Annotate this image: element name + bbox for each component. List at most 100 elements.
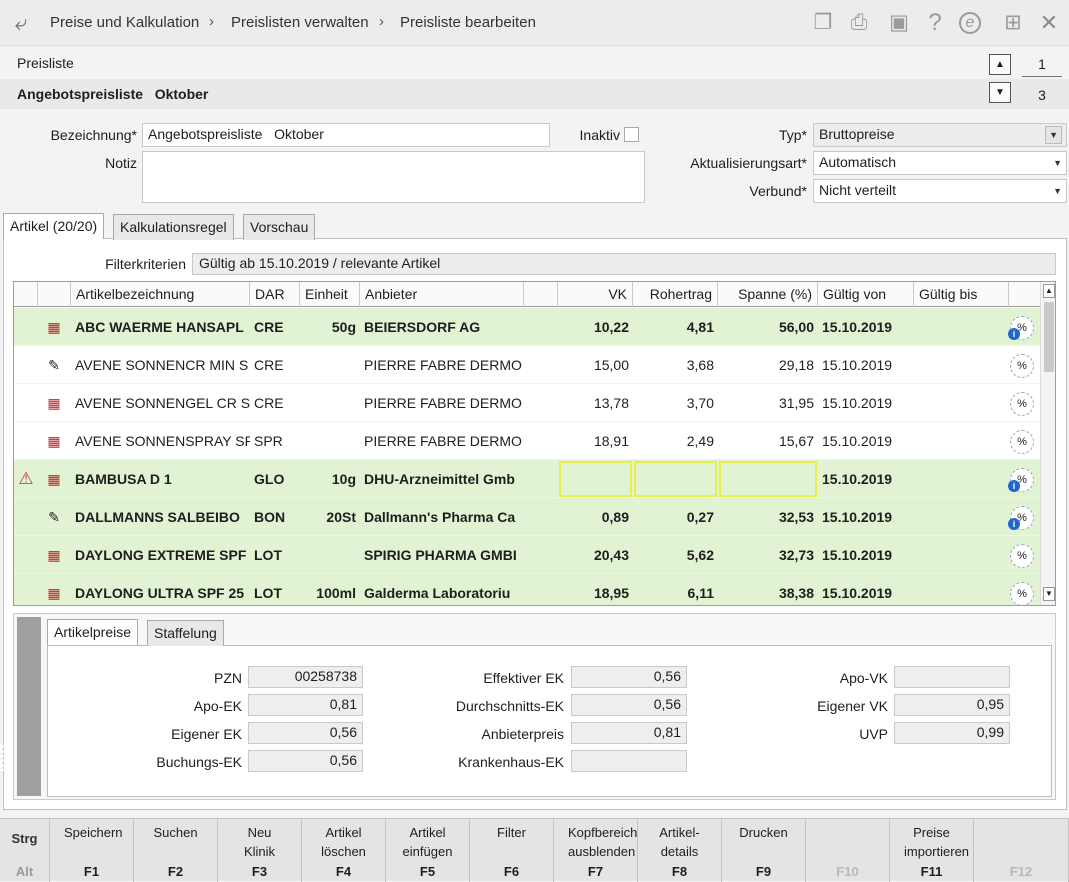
modifier-strg[interactable]: Strg (0, 829, 49, 848)
cell-vk[interactable] (558, 460, 633, 498)
column-dar[interactable]: DAR (250, 282, 300, 307)
table-row[interactable]: ▦ AVENE SONNENGEL CR SP CRE PIERRE FABRE DE… (14, 384, 1040, 422)
cell-einheit[interactable] (300, 536, 360, 574)
tab-artikelpreise[interactable]: Artikelpreise (47, 619, 139, 645)
chevron-down-icon[interactable]: ▼ (1053, 158, 1062, 168)
cell-rohertrag[interactable]: 5,62 (633, 536, 718, 574)
cell-name[interactable]: AVENE SONNENSPRAY SP (71, 422, 250, 460)
cell-vk[interactable]: 15,00 (558, 346, 633, 384)
cell-einheit[interactable]: 100ml (300, 574, 360, 605)
cell-dar[interactable]: SPR (250, 422, 300, 460)
cell-name[interactable]: DAYLONG EXTREME SPF (71, 536, 250, 574)
cell-gueltig-von[interactable]: 15.10.2019 (818, 574, 914, 605)
vertical-scrollbar[interactable]: ▲ ▼ (1040, 282, 1055, 605)
cell-anbieter[interactable]: PIERRE FABRE DERMO K (360, 384, 524, 422)
cell-rohertrag[interactable]: 0,27 (633, 498, 718, 536)
cell-name[interactable]: DALLMANNS SALBEIBO (71, 498, 250, 536)
percent-info-icon[interactable]: % i (1008, 468, 1034, 492)
cell-gueltig-bis[interactable] (914, 422, 1009, 460)
next-record-button[interactable]: ▼ (989, 82, 1011, 103)
fkey-f7[interactable]: Kopfbereich ausblenden F7 (554, 819, 638, 882)
modifier-alt[interactable]: Alt (0, 864, 49, 879)
copy-icon[interactable]: ❐ (810, 10, 836, 36)
cell-einheit[interactable]: 50g (300, 308, 360, 346)
tab-kalkulationsregel[interactable]: Kalkulationsregel (113, 214, 234, 240)
percent-info-icon[interactable]: % i (1008, 506, 1034, 530)
fkey-f6[interactable]: Filter F6 (470, 819, 554, 882)
cell-rohertrag[interactable]: 4,81 (633, 308, 718, 346)
cell-rohertrag[interactable] (633, 460, 718, 498)
fkey-f8[interactable]: Artikel-details F8 (638, 819, 722, 882)
cell-gueltig-von[interactable]: 15.10.2019 (818, 384, 914, 422)
cell-spanne[interactable]: 31,95 (718, 384, 818, 422)
cell-spanne[interactable]: 32,73 (718, 536, 818, 574)
cell-anbieter[interactable]: PIERRE FABRE DERMO K (360, 346, 524, 384)
table-row[interactable]: ✎ AVENE SONNENCR MIN S CRE PIERRE FABRE DER… (14, 346, 1040, 384)
fkey-f1[interactable]: Speichern F1 (50, 819, 134, 882)
cell-dar[interactable]: LOT (250, 536, 300, 574)
chevron-down-icon[interactable]: ▼ (1045, 126, 1062, 144)
percent-icon[interactable]: % (1010, 392, 1034, 416)
cell-name[interactable]: BAMBUSA D 1 (71, 460, 250, 498)
cell-spanne[interactable]: 56,00 (718, 308, 818, 346)
cell-rohertrag[interactable]: 2,49 (633, 422, 718, 460)
cell-einheit[interactable] (300, 422, 360, 460)
back-arrow-icon[interactable]: ⤶ (8, 10, 34, 36)
bezeichnung-input[interactable]: Angebotspreisliste Oktober (142, 123, 550, 147)
cell-gueltig-von[interactable]: 15.10.2019 (818, 346, 914, 384)
cell-spanne[interactable]: 32,53 (718, 498, 818, 536)
cell-gueltig-von[interactable]: 15.10.2019 (818, 460, 914, 498)
cell-name[interactable]: AVENE SONNENGEL CR SP (71, 384, 250, 422)
e-icon[interactable]: e (959, 12, 981, 34)
close-icon[interactable]: ✕ (1036, 10, 1062, 36)
cell-dar[interactable]: LOT (250, 574, 300, 605)
cell-gueltig-bis[interactable] (914, 346, 1009, 384)
scroll-up-icon[interactable]: ▲ (1043, 284, 1055, 298)
cell-rohertrag[interactable]: 3,70 (633, 384, 718, 422)
cell-gueltig-von[interactable]: 15.10.2019 (818, 308, 914, 346)
breadcrumb-item-2[interactable]: Preislisten verwalten (231, 14, 369, 31)
table-row[interactable]: ▦ AVENE SONNENSPRAY SP SPR PIERRE FABRE DER… (14, 422, 1040, 460)
cell-dar[interactable]: CRE (250, 346, 300, 384)
cell-dar[interactable]: CRE (250, 308, 300, 346)
fkey-f9[interactable]: Drucken F9 (722, 819, 806, 882)
cell-gueltig-von[interactable]: 15.10.2019 (818, 498, 914, 536)
cell-vk[interactable]: 18,91 (558, 422, 633, 460)
cell-vk[interactable]: 10,22 (558, 308, 633, 346)
cell-name[interactable]: ABC WAERME HANSAPL (71, 308, 250, 346)
cell-rohertrag[interactable]: 3,68 (633, 346, 718, 384)
cell-gueltig-von[interactable]: 15.10.2019 (818, 536, 914, 574)
info-side-label[interactable]: Info (0, 617, 41, 796)
percent-info-icon[interactable]: % i (1008, 316, 1034, 340)
export-icon[interactable]: ⊞ (1000, 10, 1026, 36)
cell-einheit[interactable]: 20St (300, 498, 360, 536)
cell-gueltig-bis[interactable] (914, 536, 1009, 574)
cell-gueltig-bis[interactable] (914, 574, 1009, 605)
cell-vk[interactable]: 20,43 (558, 536, 633, 574)
cell-dar[interactable]: CRE (250, 384, 300, 422)
cell-einheit[interactable] (300, 384, 360, 422)
column-vk[interactable]: VK (558, 282, 633, 307)
column-einheit[interactable]: Einheit (300, 282, 360, 307)
cell-anbieter[interactable]: Galderma Laboratoriu (360, 574, 524, 605)
cell-gueltig-bis[interactable] (914, 308, 1009, 346)
table-row[interactable]: ▦ DAYLONG EXTREME SPF LOT SPIRIG PHARMA GMB… (14, 536, 1040, 574)
column-spanne[interactable]: Spanne (%) (718, 282, 818, 307)
cell-spanne[interactable]: 15,67 (718, 422, 818, 460)
print-icon[interactable]: ⎙ (846, 10, 872, 36)
cell-spanne[interactable] (718, 460, 818, 498)
percent-icon[interactable]: % (1010, 354, 1034, 378)
cell-rohertrag[interactable]: 6,11 (633, 574, 718, 605)
inaktiv-checkbox[interactable] (624, 127, 639, 142)
cell-anbieter[interactable]: PIERRE FABRE DERMO K (360, 422, 524, 460)
fkey-f2[interactable]: Suchen F2 (134, 819, 218, 882)
percent-icon[interactable]: % (1010, 544, 1034, 568)
cell-anbieter[interactable]: BEIERSDORF AG (360, 308, 524, 346)
tab-staffelung[interactable]: Staffelung (147, 620, 224, 646)
percent-icon[interactable]: % (1010, 430, 1034, 454)
cell-name[interactable]: AVENE SONNENCR MIN S (71, 346, 250, 384)
cell-name[interactable]: DAYLONG ULTRA SPF 25 (71, 574, 250, 605)
table-row[interactable]: ✎ DALLMANNS SALBEIBO BON 20St Dallmann's Pha… (14, 498, 1040, 536)
aktualisierungsart-select[interactable]: Automatisch ▼ (813, 151, 1067, 175)
column-anbieter[interactable]: Anbieter (360, 282, 524, 307)
